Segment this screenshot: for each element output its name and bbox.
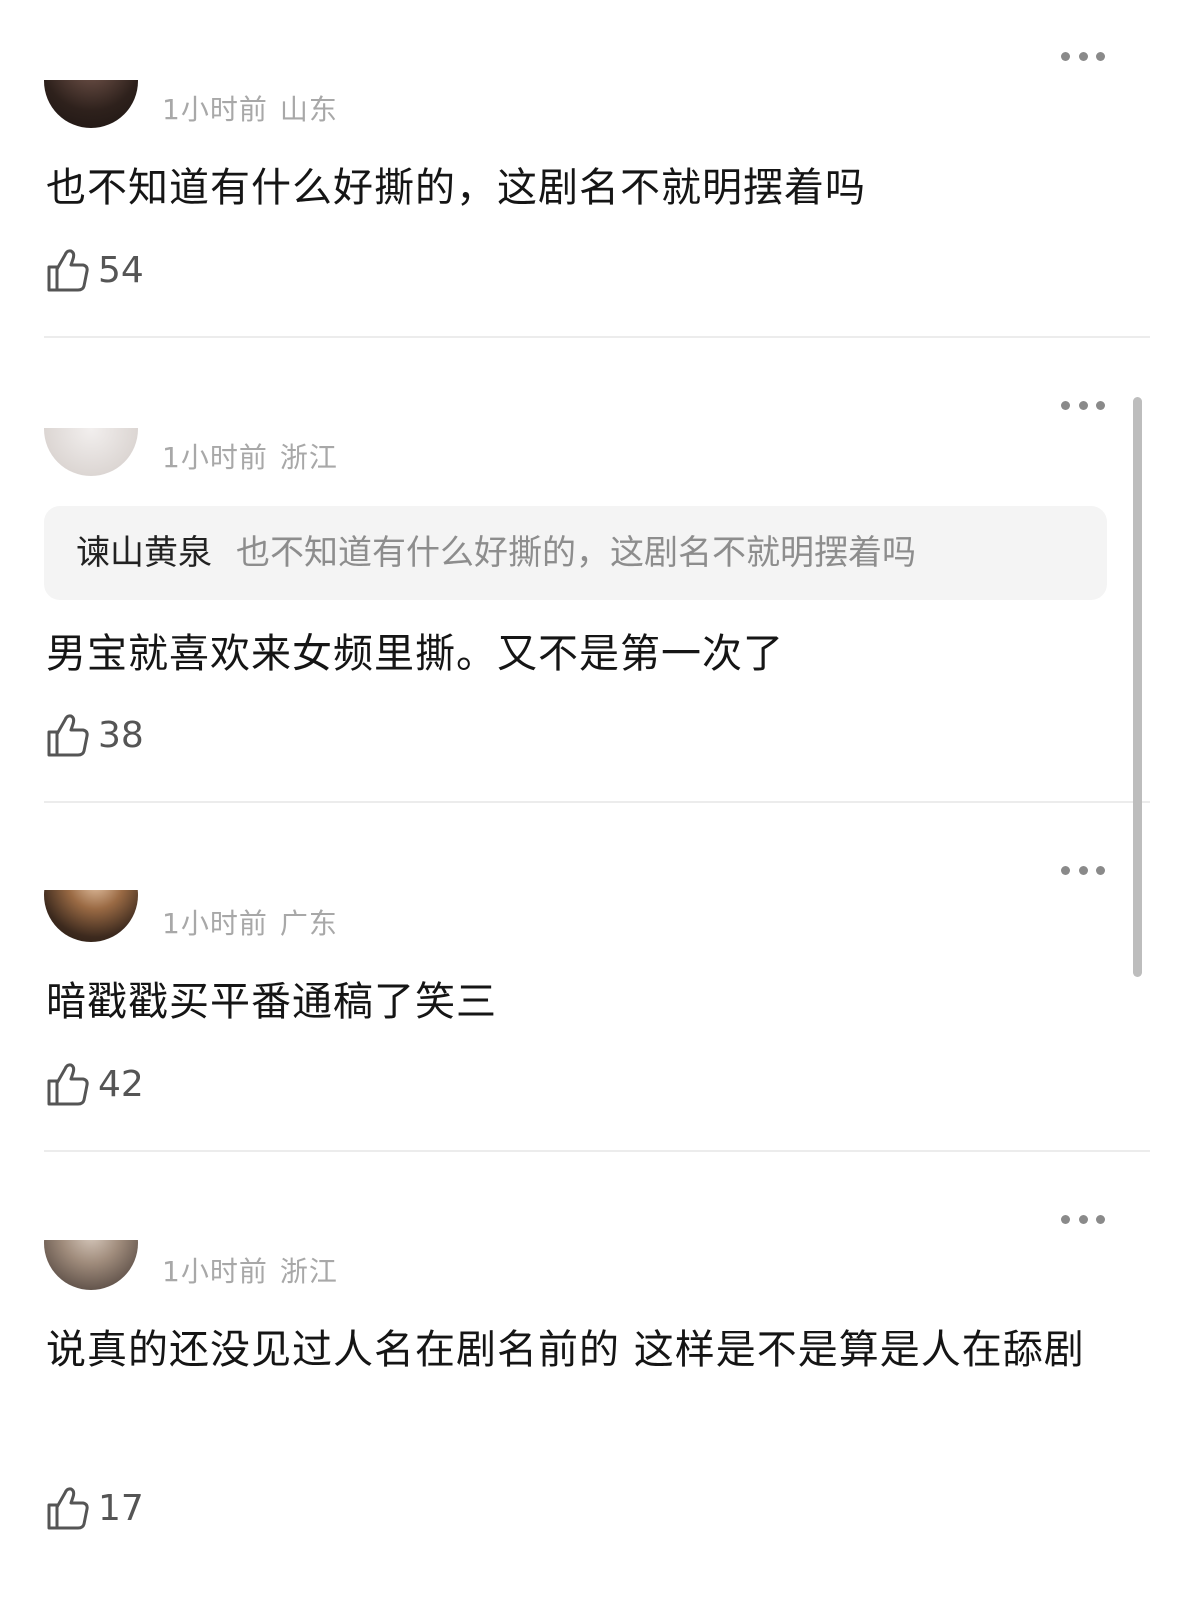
scrollbar[interactable] — [1133, 397, 1142, 977]
divider — [44, 336, 1150, 338]
like-button[interactable]: 42 — [46, 1060, 144, 1108]
comment-meta: 1小时前 山东 — [162, 88, 338, 128]
thumbs-up-icon — [47, 714, 89, 757]
comment-meta: 1小时前 浙江 — [162, 1250, 338, 1290]
like-button[interactable]: 17 — [46, 1484, 144, 1532]
comment-time: 1小时前 — [162, 907, 268, 940]
divider — [44, 801, 1150, 803]
like-count: 38 — [98, 714, 144, 756]
comment-text: 暗戳戳买平番通稿了笑三 — [46, 979, 497, 1025]
thumbs-up-icon — [47, 1063, 89, 1106]
comment-text: 男宝就喜欢来女频里撕。又不是第一次了 — [46, 631, 784, 677]
comment-text: 说真的还没见过人名在剧名前的 这样是不是算是人在舔剧 — [46, 1327, 1085, 1373]
comment-text: 也不知道有什么好撕的，这剧名不就明摆着吗 — [46, 165, 866, 211]
like-count: 17 — [98, 1487, 144, 1529]
more-options-icon[interactable] — [1061, 1209, 1105, 1229]
comment-location: 浙江 — [279, 1255, 338, 1288]
quoted-reply[interactable]: 谏山黄泉 也不知道有什么好撕的，这剧名不就明摆着吗 — [44, 506, 1107, 600]
comment-location: 浙江 — [279, 441, 338, 474]
avatar[interactable] — [44, 890, 140, 942]
comment-location: 广东 — [279, 907, 338, 940]
divider — [44, 1150, 1150, 1152]
comment-meta: 1小时前 广东 — [162, 902, 338, 942]
like-button[interactable]: 38 — [46, 711, 144, 759]
like-button[interactable]: 54 — [46, 246, 144, 294]
avatar[interactable] — [44, 80, 140, 128]
thumbs-up-icon — [47, 1487, 89, 1530]
avatar[interactable] — [44, 428, 140, 476]
comment-time: 1小时前 — [162, 1255, 268, 1288]
more-options-icon[interactable] — [1061, 46, 1105, 66]
quoted-text: 也不知道有什么好撕的，这剧名不就明摆着吗 — [236, 533, 916, 573]
avatar[interactable] — [44, 1240, 140, 1290]
like-count: 42 — [98, 1063, 144, 1105]
comment-time: 1小时前 — [162, 93, 268, 126]
more-options-icon[interactable] — [1061, 860, 1105, 880]
thumbs-up-icon — [47, 249, 89, 292]
like-count: 54 — [98, 249, 144, 291]
quoted-author[interactable]: 谏山黄泉 — [76, 533, 212, 573]
more-options-icon[interactable] — [1061, 395, 1105, 415]
comment-location: 山东 — [279, 93, 338, 126]
comment-meta: 1小时前 浙江 — [162, 436, 338, 476]
comment-time: 1小时前 — [162, 441, 268, 474]
